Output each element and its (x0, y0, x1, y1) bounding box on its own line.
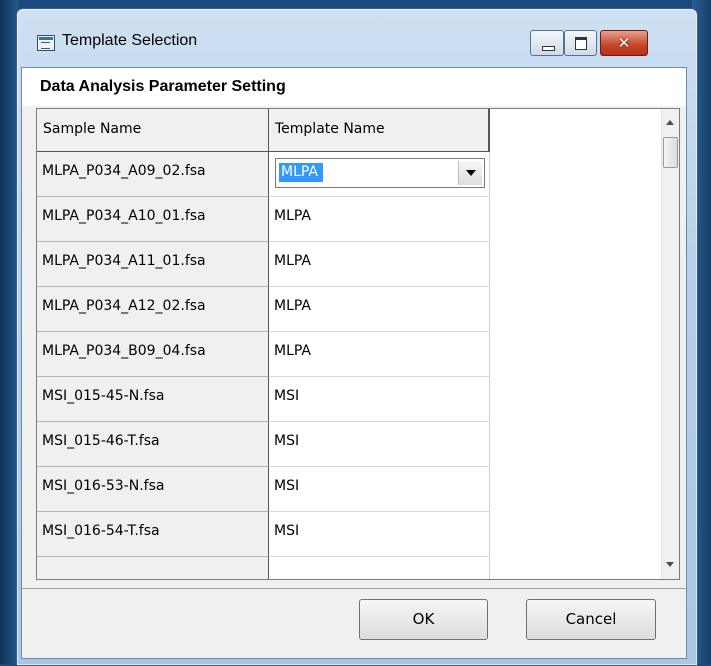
vertical-scrollbar[interactable] (661, 109, 679, 579)
template-name-cell[interactable]: MSI (269, 467, 490, 512)
window-app-icon (37, 35, 55, 51)
template-dropdown-value: MLPA (279, 163, 324, 182)
template-name-cell[interactable]: MSI (269, 377, 490, 422)
dialog-client-area: Data Analysis Parameter Setting Sample N… (21, 67, 687, 659)
table-row[interactable]: MLPA_P034_B09_04.fsa MLPA (37, 332, 490, 377)
template-name-cell[interactable] (269, 557, 490, 579)
sample-name-cell[interactable]: MLPA_P034_A12_02.fsa (37, 287, 269, 332)
scrollbar-thumb[interactable] (663, 137, 678, 168)
sample-name-cell[interactable]: MSI_015-45-N.fsa (37, 377, 269, 422)
sample-name-cell[interactable]: MLPA_P034_A10_01.fsa (37, 197, 269, 242)
ok-button[interactable]: OK (359, 599, 488, 640)
template-name-cell[interactable]: MLPA (269, 287, 490, 332)
table-row[interactable]: MSI_015-46-T.fsa MSI (37, 422, 490, 467)
minimize-icon (542, 46, 555, 51)
sample-name-cell[interactable] (37, 557, 269, 579)
template-name-cell[interactable]: MLPA (269, 242, 490, 287)
template-name-cell[interactable]: MLPA (269, 197, 490, 242)
table-row[interactable]: MLPA_P034_A12_02.fsa MLPA (37, 287, 490, 332)
footer-divider (22, 588, 686, 589)
sample-name-cell[interactable]: MSI_015-46-T.fsa (37, 422, 269, 467)
window-title: Template Selection (62, 32, 198, 49)
sample-name-cell[interactable]: MSI_016-53-N.fsa (37, 467, 269, 512)
minimize-button[interactable] (530, 30, 564, 56)
cancel-button[interactable]: Cancel (526, 599, 656, 640)
column-header-sample-name[interactable]: Sample Name (37, 109, 269, 152)
template-name-cell[interactable]: MSI (269, 512, 490, 557)
column-header-template-name[interactable]: Template Name (269, 109, 490, 152)
group-header: Data Analysis Parameter Setting (22, 68, 686, 106)
table-row[interactable]: MSI_016-54-T.fsa MSI (37, 512, 490, 557)
table-row[interactable]: MLPA_P034_A10_01.fsa MLPA (37, 197, 490, 242)
close-icon: ✕ (617, 34, 631, 52)
close-button[interactable]: ✕ (600, 30, 648, 56)
template-selection-dialog: Template Selection ✕ Data Analysis Param… (16, 8, 698, 666)
table-row[interactable]: MLPA_P034_A09_02.fsa MLPA (37, 152, 490, 197)
table-row[interactable]: MSI_015-45-N.fsa MSI (37, 377, 490, 422)
sample-name-cell[interactable]: MSI_016-54-T.fsa (37, 512, 269, 557)
table-row[interactable]: MSI_016-53-N.fsa MSI (37, 467, 490, 512)
maximize-icon (575, 37, 587, 50)
chevron-down-icon[interactable] (458, 161, 482, 185)
title-bar[interactable]: Template Selection ✕ (17, 9, 697, 67)
template-name-cell[interactable]: MLPA (269, 332, 490, 377)
template-dropdown[interactable]: MLPA (275, 158, 485, 188)
maximize-button[interactable] (564, 30, 597, 56)
template-name-cell[interactable]: MSI (269, 422, 490, 467)
table-row[interactable]: MLPA_P034_A11_01.fsa MLPA (37, 242, 490, 287)
sample-template-grid: Sample Name Template Name MLPA_P034_A09_… (36, 108, 680, 580)
sample-name-cell[interactable]: MLPA_P034_B09_04.fsa (37, 332, 269, 377)
scroll-down-icon[interactable] (662, 551, 679, 579)
sample-name-cell[interactable]: MLPA_P034_A09_02.fsa (37, 152, 269, 197)
group-title: Data Analysis Parameter Setting (40, 78, 286, 95)
scroll-up-icon[interactable] (662, 109, 679, 137)
sample-name-cell[interactable]: MLPA_P034_A11_01.fsa (37, 242, 269, 287)
table-row-partial[interactable] (37, 557, 490, 579)
